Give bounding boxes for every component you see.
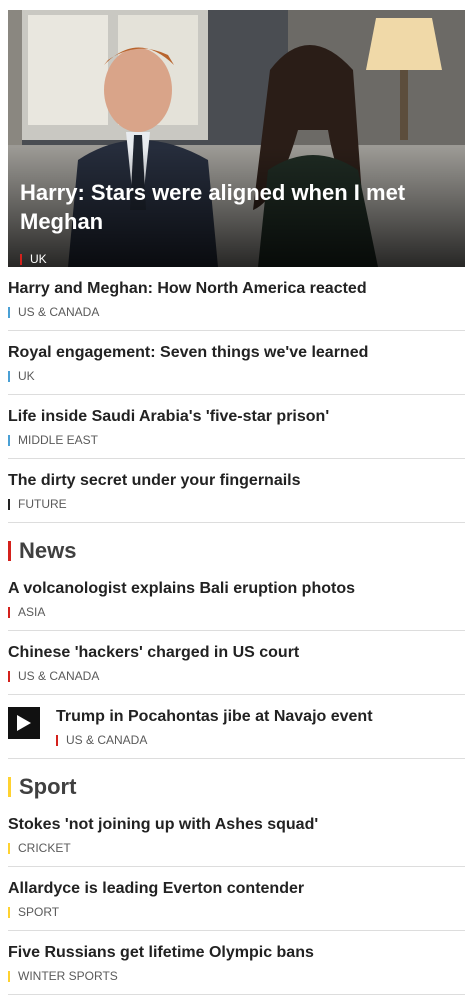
story-headline[interactable]: A volcanologist explains Bali eruption p… (8, 580, 355, 598)
tag-marker (8, 842, 10, 854)
story-headline[interactable]: Allardyce is leading Everton contender (8, 880, 304, 898)
story-tag[interactable]: MIDDLE EAST (8, 433, 98, 447)
section-marker (8, 777, 11, 797)
tag-marker (8, 370, 10, 382)
news-section-header[interactable]: News (8, 531, 76, 571)
tag-label: FUTURE (18, 497, 67, 511)
story-tag[interactable]: US & CANADA (8, 305, 99, 319)
tag-label: WINTER SPORTS (18, 969, 118, 983)
section-marker (8, 541, 11, 561)
hero-tag[interactable]: UK (20, 252, 47, 266)
story-tag[interactable]: US & CANADA (56, 733, 147, 747)
story-headline[interactable]: Life inside Saudi Arabia's 'five-star pr… (8, 408, 329, 426)
tag-label: SPORT (18, 905, 60, 919)
story-headline[interactable]: Trump in Pocahontas jibe at Navajo event (56, 708, 373, 726)
sport-section-header[interactable]: Sport (8, 767, 76, 807)
hero-story[interactable]: Harry: Stars were aligned when I met Meg… (8, 10, 465, 267)
play-icon (17, 715, 31, 731)
list-item[interactable]: Royal engagement: Seven things we've lea… (8, 331, 465, 395)
tag-marker (8, 434, 10, 446)
tag-label: MIDDLE EAST (18, 433, 99, 447)
story-tag[interactable]: FUTURE (8, 497, 67, 511)
story-headline[interactable]: The dirty secret under your fingernails (8, 472, 301, 490)
story-tag[interactable]: WINTER SPORTS (8, 969, 118, 983)
tag-marker (56, 734, 58, 746)
tag-label: UK (18, 369, 35, 383)
video-list-item[interactable]: Trump in Pocahontas jibe at Navajo event… (8, 695, 465, 759)
tag-marker (8, 670, 10, 682)
tag-marker (8, 606, 10, 618)
list-item[interactable]: Harry and Meghan: How North America reac… (8, 267, 465, 331)
story-tag[interactable]: CRICKET (8, 841, 71, 855)
tag-marker (8, 906, 10, 918)
tag-label: US & CANADA (66, 733, 148, 747)
list-item[interactable]: Allardyce is leading Everton contender S… (8, 867, 465, 931)
tag-marker (20, 253, 22, 265)
list-item[interactable]: Chinese 'hackers' charged in US court US… (8, 631, 465, 695)
list-item[interactable]: Stokes 'not joining up with Ashes squad'… (8, 803, 465, 867)
hero-tag-label: UK (30, 252, 47, 266)
tag-label: US & CANADA (18, 669, 100, 683)
tag-label: US & CANADA (18, 305, 100, 319)
story-tag[interactable]: UK (8, 369, 35, 383)
section-title[interactable]: News (19, 538, 76, 564)
list-item[interactable]: A volcanologist explains Bali eruption p… (8, 567, 465, 631)
story-headline[interactable]: Stokes 'not joining up with Ashes squad' (8, 816, 318, 834)
hero-headline[interactable]: Harry: Stars were aligned when I met Meg… (20, 178, 451, 236)
list-item[interactable]: Life inside Saudi Arabia's 'five-star pr… (8, 395, 465, 459)
section-title[interactable]: Sport (19, 774, 76, 800)
tag-marker (8, 306, 10, 318)
tag-label: ASIA (18, 605, 46, 619)
list-item[interactable]: The dirty secret under your fingernails … (8, 459, 465, 523)
story-headline[interactable]: Chinese 'hackers' charged in US court (8, 644, 299, 662)
tag-marker (8, 498, 10, 510)
list-item[interactable]: Five Russians get lifetime Olympic bans … (8, 931, 465, 995)
tag-label: CRICKET (18, 841, 71, 855)
story-tag[interactable]: US & CANADA (8, 669, 99, 683)
tag-marker (8, 970, 10, 982)
story-tag[interactable]: ASIA (8, 605, 45, 619)
story-headline[interactable]: Five Russians get lifetime Olympic bans (8, 944, 314, 962)
story-headline[interactable]: Royal engagement: Seven things we've lea… (8, 344, 368, 362)
play-button[interactable] (8, 707, 40, 739)
story-tag[interactable]: SPORT (8, 905, 59, 919)
story-headline[interactable]: Harry and Meghan: How North America reac… (8, 280, 367, 298)
